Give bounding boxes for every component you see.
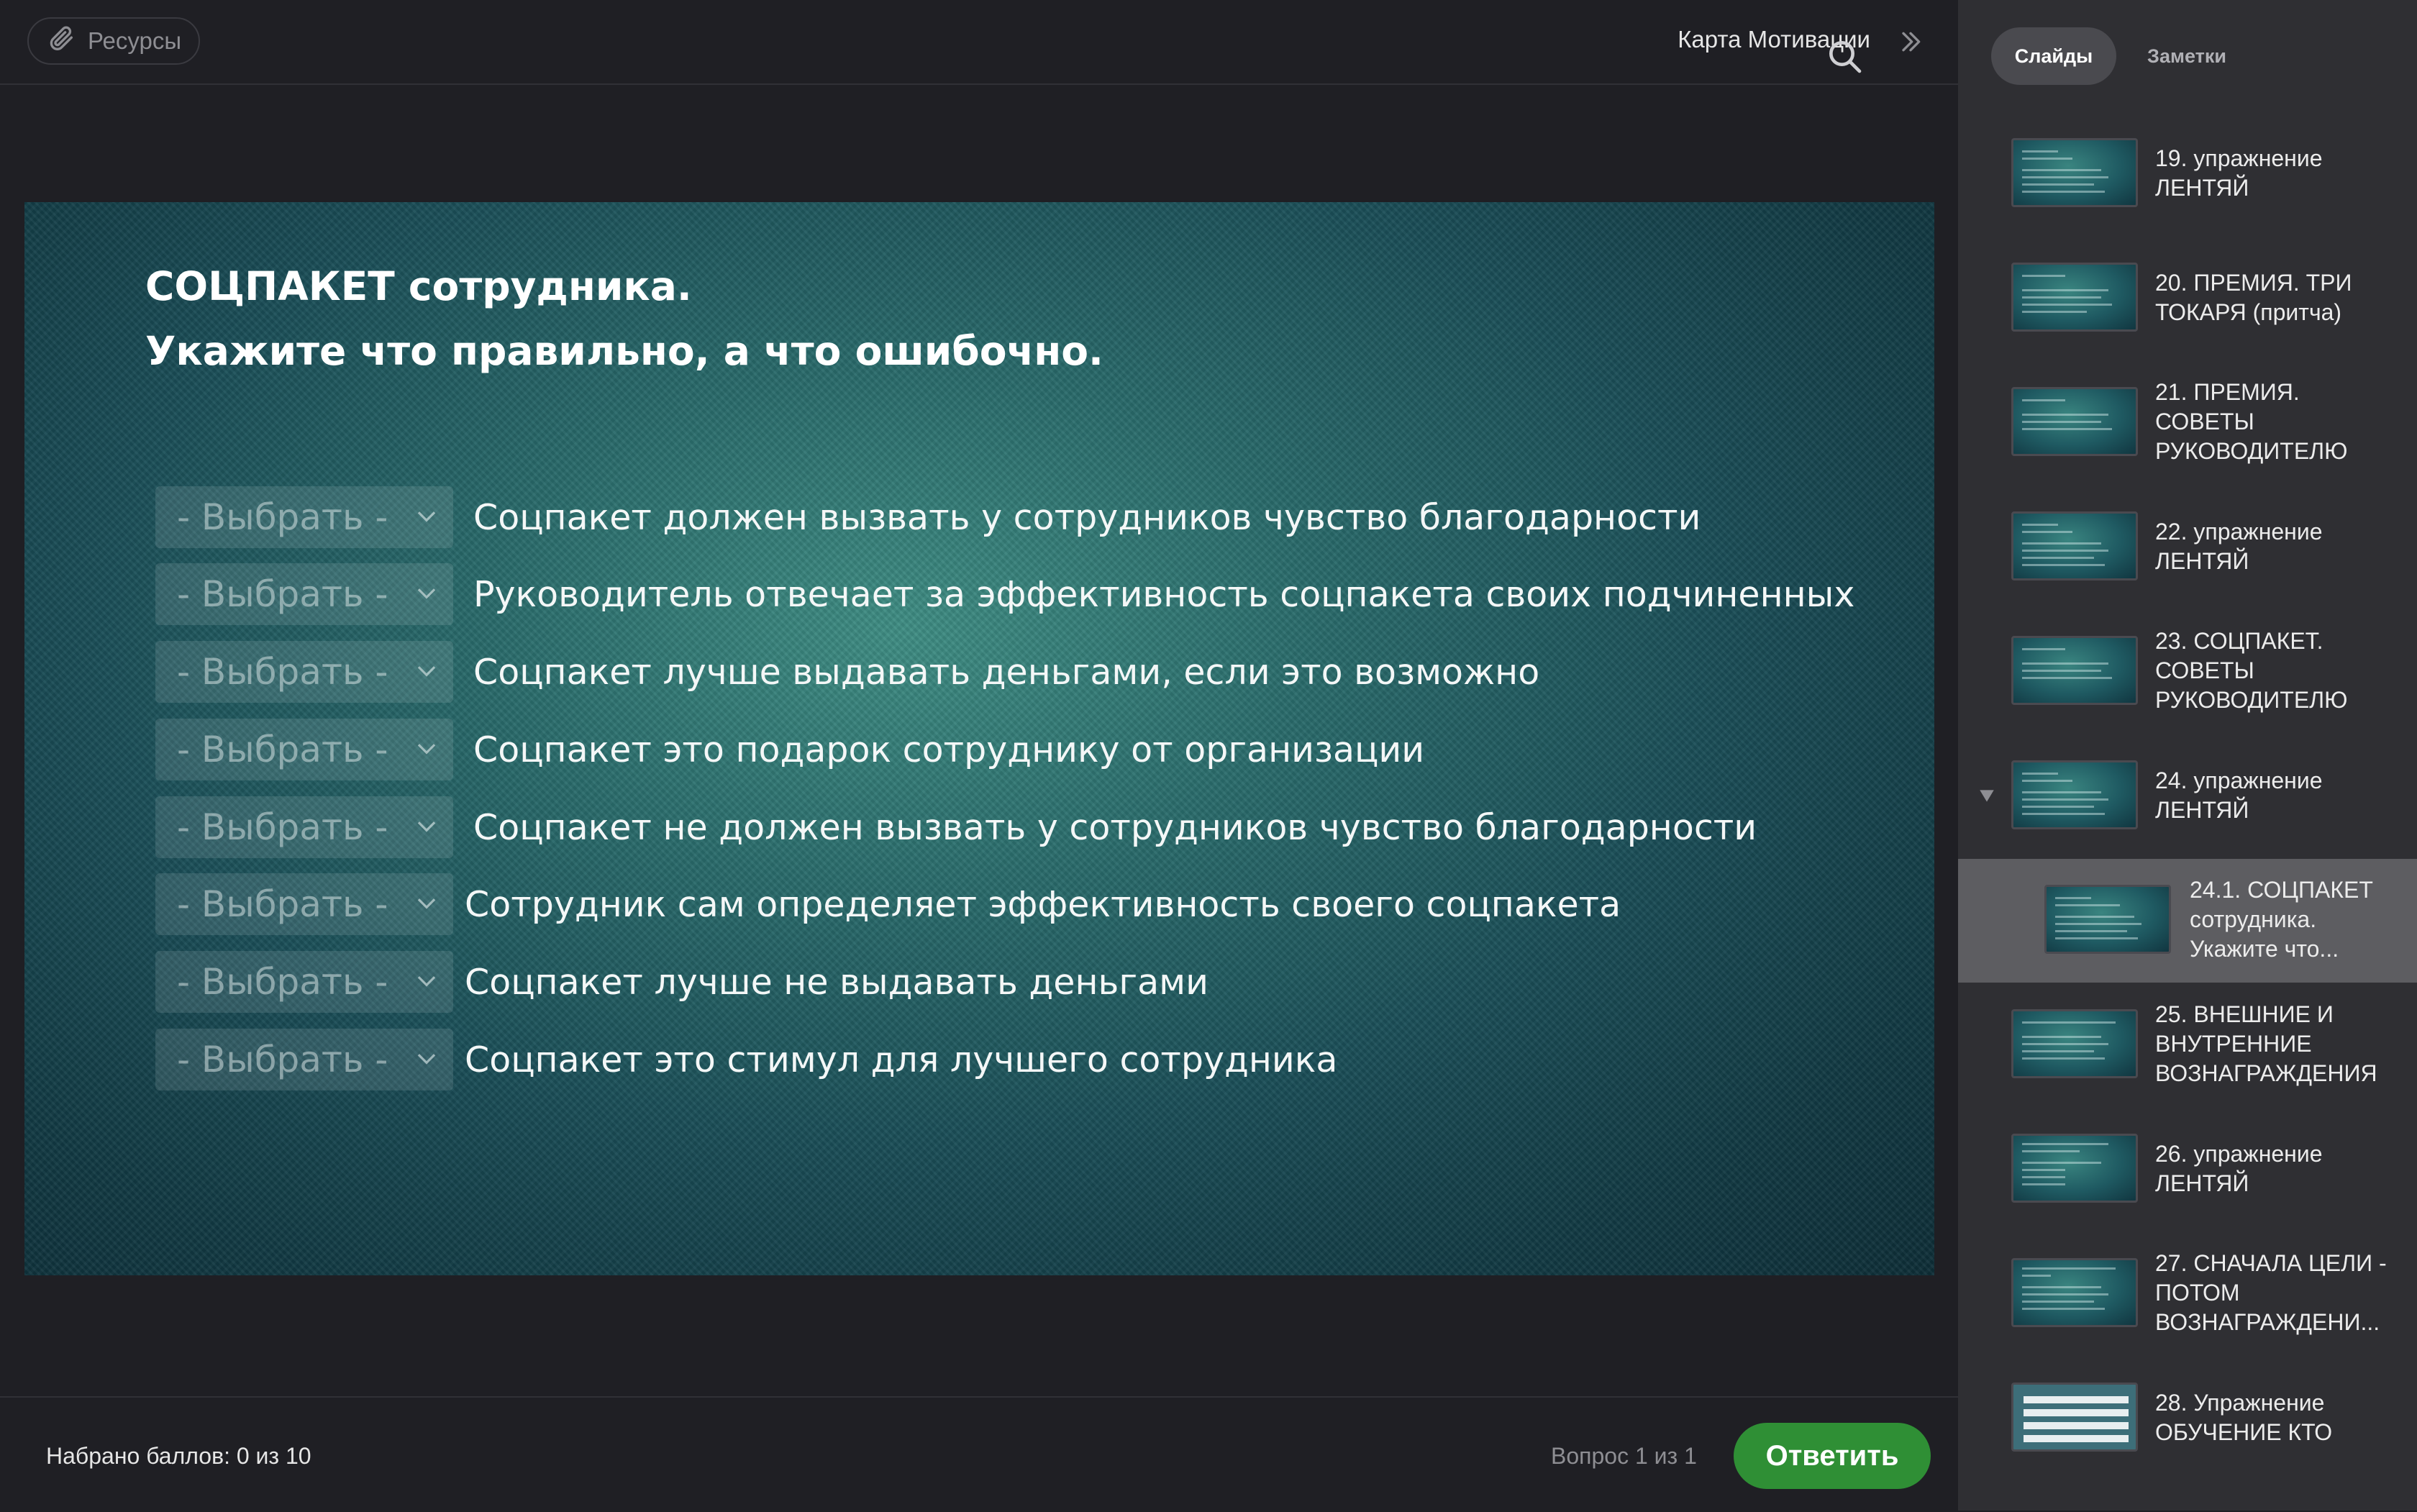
statement-text: Сотрудник сам определяет эффективность с…: [465, 883, 1621, 925]
statement-row: - Выбрать - Соцпакет не должен вызвать у…: [155, 796, 1757, 858]
statement-row: - Выбрать - Соцпакет должен вызвать у со…: [155, 486, 1701, 548]
slide-thumbnail: [2011, 387, 2138, 456]
statement-row: - Выбрать - Сотрудник сам определяет эфф…: [155, 873, 1621, 935]
statement-text: Руководитель отвечает за эффективность с…: [473, 573, 1855, 615]
chevron-down-icon: [413, 806, 440, 848]
statement-text: Соцпакет это стимул для лучшего сотрудни…: [465, 1039, 1338, 1080]
slide-list-item[interactable]: 23. СОЦПАКЕТ. СОВЕТЫ РУКОВОДИТЕЛЮ: [1958, 610, 2417, 734]
select-placeholder: - Выбрать -: [177, 651, 388, 693]
slide-item-label: 20. ПРЕМИЯ. ТРИ ТОКАРЯ (притча): [2155, 270, 2352, 325]
slide-thumbnail: [2011, 138, 2138, 207]
chevron-down-icon: [413, 729, 440, 770]
slide-thumbnail: [2011, 1258, 2138, 1327]
slide-item-label: 25. ВНЕШНИЕ И ВНУТРЕННИЕ ВОЗНАГРАЖДЕНИЯ: [2155, 1001, 2377, 1086]
slide-thumbnail: [2011, 263, 2138, 332]
slide-item-label: 24.1. СОЦПАКЕТ сотрудника. Укажите что...: [2190, 877, 2373, 962]
chevron-down-icon: [413, 883, 440, 925]
slide-item-label: 21. ПРЕМИЯ. СОВЕТЫ РУКОВОДИТЕЛЮ: [2155, 379, 2348, 464]
statement-text: Соцпакет не должен вызвать у сотрудников…: [473, 806, 1757, 848]
slide-list-item[interactable]: 22. упражнение ЛЕНТЯЙ: [1958, 486, 2417, 609]
slide-item-label: 26. упражнение ЛЕНТЯЙ: [2155, 1141, 2323, 1196]
answer-select[interactable]: - Выбрать -: [155, 719, 453, 780]
select-placeholder: - Выбрать -: [177, 806, 388, 848]
chevron-down-icon: [413, 961, 440, 1003]
slide-thumbnail: [2044, 885, 2171, 954]
statement-text: Соцпакет лучше не выдавать деньгами: [465, 961, 1208, 1003]
tab-slides[interactable]: Слайды: [1991, 27, 2116, 85]
slide-item-label: 22. упражнение ЛЕНТЯЙ: [2155, 519, 2323, 574]
expand-triangle-icon[interactable]: [1977, 786, 1996, 805]
paperclip-icon: [47, 24, 76, 58]
statement-row: - Выбрать - Соцпакет лучше выдавать день…: [155, 641, 1539, 703]
statement-text: Соцпакет лучше выдавать деньгами, если э…: [473, 651, 1540, 693]
tab-notes[interactable]: Заметки: [2129, 27, 2244, 85]
slide-thumbnail: [2011, 1134, 2138, 1203]
score-text: Набрано баллов: 0 из 10: [46, 1443, 311, 1469]
slide-list-item-selected[interactable]: 24.1. СОЦПАКЕТ сотрудника. Укажите что...: [1958, 859, 2417, 983]
select-placeholder: - Выбрать -: [177, 573, 388, 615]
slide-item-label: 23. СОЦПАКЕТ. СОВЕТЫ РУКОВОДИТЕЛЮ: [2155, 628, 2348, 713]
answer-select[interactable]: - Выбрать -: [155, 641, 453, 703]
answer-select[interactable]: - Выбрать -: [155, 873, 453, 935]
slide-list-item[interactable]: 19. упражнение ЛЕНТЯЙ: [1958, 112, 2417, 236]
select-placeholder: - Выбрать -: [177, 496, 388, 538]
bottom-bar: Набрано баллов: 0 из 10 Вопрос 1 из 1 От…: [0, 1396, 1958, 1512]
answer-select[interactable]: - Выбрать -: [155, 563, 453, 625]
slide-list-item[interactable]: 28. Упражнение ОБУЧЕНИЕ КТО: [1958, 1357, 2417, 1480]
statement-text: Соцпакет это подарок сотруднику от орган…: [473, 729, 1425, 770]
slide-thumbnail: [2011, 760, 2138, 829]
answer-select[interactable]: - Выбрать -: [155, 486, 453, 548]
statement-text: Соцпакет должен вызвать у сотрудников чу…: [473, 496, 1701, 538]
answer-select[interactable]: - Выбрать -: [155, 796, 453, 858]
select-placeholder: - Выбрать -: [177, 883, 388, 925]
slide-item-label: 28. Упражнение ОБУЧЕНИЕ КТО: [2155, 1390, 2333, 1445]
answer-select[interactable]: - Выбрать -: [155, 1029, 453, 1090]
slide-list-item[interactable]: 21. ПРЕМИЯ. СОВЕТЫ РУКОВОДИТЕЛЮ: [1958, 361, 2417, 485]
select-placeholder: - Выбрать -: [177, 729, 388, 770]
chevron-down-icon: [413, 651, 440, 693]
statement-row: - Выбрать - Соцпакет лучше не выдавать д…: [155, 951, 1208, 1013]
statement-row: - Выбрать - Руководитель отвечает за эфф…: [155, 563, 1854, 625]
slide-thumbnail: [2011, 636, 2138, 705]
chevron-down-icon: [413, 573, 440, 615]
slide-title-line2: Укажите что правильно, а что ошибочно.: [145, 328, 1103, 374]
select-placeholder: - Выбрать -: [177, 961, 388, 1003]
slide-list-item[interactable]: 26. упражнение ЛЕНТЯЙ: [1958, 1108, 2417, 1231]
slide-list-item[interactable]: 25. ВНЕШНИЕ И ВНУТРЕННИЕ ВОЗНАГРАЖДЕНИЯ: [1958, 983, 2417, 1107]
slide-canvas: СОЦПАКЕТ сотрудника. Укажите что правиль…: [24, 202, 1934, 1275]
top-bar: Ресурсы Карта Мотивации: [0, 0, 1958, 85]
slide-item-label: 19. упражнение ЛЕНТЯЙ: [2155, 145, 2323, 201]
statement-row: - Выбрать - Соцпакет это стимул для лучш…: [155, 1029, 1337, 1090]
slide-thumbnail: [2011, 511, 2138, 580]
slide-list-item[interactable]: 24. упражнение ЛЕНТЯЙ: [1958, 734, 2417, 858]
select-placeholder: - Выбрать -: [177, 1039, 388, 1080]
chevron-down-icon: [413, 496, 440, 538]
slide-title-line1: СОЦПАКЕТ сотрудника.: [145, 263, 692, 309]
answer-button[interactable]: Ответить: [1734, 1423, 1931, 1489]
slide-item-label: 24. упражнение ЛЕНТЯЙ: [2155, 768, 2323, 823]
statement-row: - Выбрать - Соцпакет это подарок сотрудн…: [155, 719, 1424, 780]
slide-thumbnail: [2011, 1009, 2138, 1078]
answer-select[interactable]: - Выбрать -: [155, 951, 453, 1013]
slide-title: СОЦПАКЕТ сотрудника. Укажите что правиль…: [145, 254, 1103, 383]
slide-item-label: 27. СНАЧАЛА ЦЕЛИ - ПОТОМ ВОЗНАГРАЖДЕНИ...: [2155, 1250, 2387, 1335]
question-counter: Вопрос 1 из 1: [1551, 1443, 1697, 1469]
resources-label: Ресурсы: [88, 27, 182, 54]
chevron-down-icon: [413, 1039, 440, 1080]
slide-list-item[interactable]: 27. СНАЧАЛА ЦЕЛИ - ПОТОМ ВОЗНАГРАЖДЕНИ...: [1958, 1232, 2417, 1356]
slide-thumbnail: [2011, 1383, 2138, 1452]
double-chevron-right-icon[interactable]: [1896, 27, 1925, 56]
search-icon[interactable]: [1824, 36, 1865, 76]
slides-sidebar: Слайды Заметки 19. упражнение ЛЕНТЯЙ 20. …: [1958, 0, 2417, 1511]
slide-list-item[interactable]: 20. ПРЕМИЯ. ТРИ ТОКАРЯ (притча): [1958, 237, 2417, 360]
resources-button[interactable]: Ресурсы: [27, 17, 200, 65]
